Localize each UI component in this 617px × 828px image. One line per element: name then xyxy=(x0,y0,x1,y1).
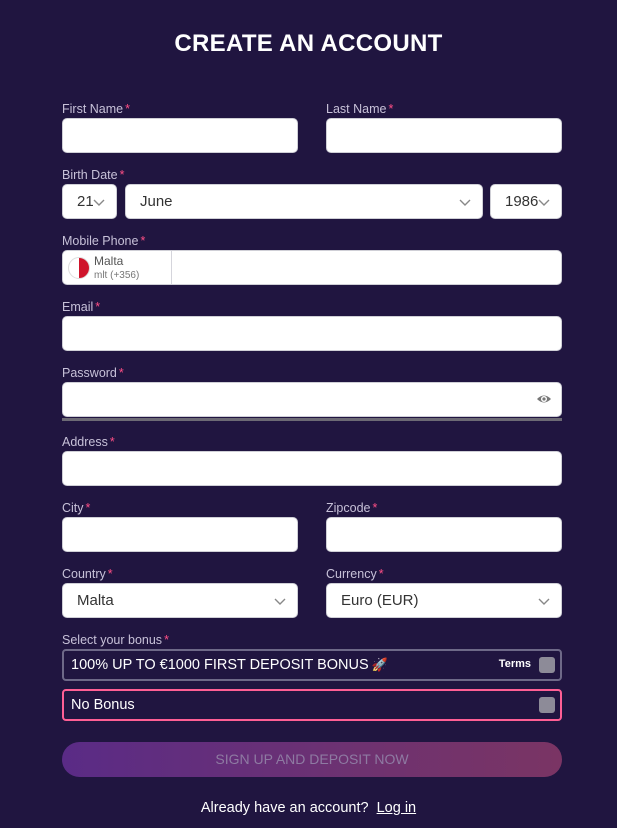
address-input[interactable] xyxy=(62,451,562,486)
rocket-icon: 🚀 xyxy=(371,657,388,672)
phone-country-code: mlt (+356) xyxy=(94,270,140,281)
sign-up-button[interactable]: SIGN UP AND DEPOSIT NOW xyxy=(62,742,562,777)
password-strength-bar xyxy=(62,418,562,421)
city-input[interactable] xyxy=(62,517,298,552)
address-label: Address * xyxy=(62,435,115,449)
login-link[interactable]: Log in xyxy=(377,800,417,816)
last-name-label: Last Name * xyxy=(326,102,394,116)
birth-day-select[interactable]: 21 xyxy=(62,184,117,219)
phone-country-select[interactable]: Malta mlt (+356) xyxy=(63,251,172,284)
first-name-field: First Name * xyxy=(62,101,298,153)
bonus-option-deposit[interactable]: 100% UP TO €1000 FIRST DEPOSIT BONUS 🚀 T… xyxy=(62,649,562,681)
bonus-option-label: No Bonus xyxy=(71,697,135,713)
birth-date-field: Birth Date * 21 June 1986 xyxy=(62,167,562,219)
last-name-input[interactable] xyxy=(326,118,562,153)
email-label: Email * xyxy=(62,300,101,314)
email-field: Email * xyxy=(62,299,562,351)
login-prompt: Already have an account? Log in xyxy=(0,800,617,816)
eye-icon[interactable] xyxy=(536,392,552,406)
currency-select[interactable]: Euro (EUR) xyxy=(326,583,562,618)
bonus-option-none[interactable]: No Bonus xyxy=(62,689,562,721)
birth-date-label: Birth Date * xyxy=(62,168,125,182)
chevron-down-icon xyxy=(93,199,105,206)
mobile-phone-input[interactable] xyxy=(173,251,561,284)
email-input[interactable] xyxy=(62,316,562,351)
bonus-label: Select your bonus * xyxy=(62,633,169,647)
password-label: Password * xyxy=(62,366,124,380)
birth-year-value: 1986 xyxy=(505,193,539,210)
bonus-checkbox[interactable] xyxy=(539,657,555,673)
birth-month-value: June xyxy=(140,193,173,210)
country-value: Malta xyxy=(77,592,114,609)
malta-flag-icon xyxy=(68,257,90,279)
password-input[interactable] xyxy=(62,382,562,417)
country-label: Country * xyxy=(62,567,113,581)
mobile-phone-label: Mobile Phone * xyxy=(62,234,146,248)
birth-month-select[interactable]: June xyxy=(125,184,483,219)
chevron-down-icon xyxy=(538,598,550,605)
last-name-field: Last Name * xyxy=(326,101,562,153)
city-label: City * xyxy=(62,501,91,515)
currency-value: Euro (EUR) xyxy=(341,592,419,609)
birth-year-select[interactable]: 1986 xyxy=(490,184,562,219)
password-field: Password * xyxy=(62,365,562,421)
country-select[interactable]: Malta xyxy=(62,583,298,618)
chevron-down-icon xyxy=(538,199,550,206)
address-field: Address * xyxy=(62,434,562,486)
zipcode-input[interactable] xyxy=(326,517,562,552)
phone-input-box: Malta mlt (+356) xyxy=(62,250,562,285)
country-field: Country * Malta xyxy=(62,566,298,618)
currency-field: Currency * Euro (EUR) xyxy=(326,566,562,618)
page-title: CREATE AN ACCOUNT xyxy=(174,30,443,57)
zipcode-label: Zipcode * xyxy=(326,501,378,515)
terms-link[interactable]: Terms xyxy=(499,658,531,670)
phone-country-name: Malta xyxy=(94,254,124,268)
login-prompt-text: Already have an account? xyxy=(200,800,369,816)
city-field: City * xyxy=(62,500,298,552)
chevron-down-icon xyxy=(459,199,471,206)
first-name-input[interactable] xyxy=(62,118,298,153)
zipcode-field: Zipcode * xyxy=(326,500,562,552)
currency-label: Currency * xyxy=(326,567,384,581)
mobile-phone-field: Mobile Phone * Malta mlt (+356) xyxy=(62,233,562,285)
bonus-option-label: 100% UP TO €1000 FIRST DEPOSIT BONUS xyxy=(71,657,369,673)
no-bonus-checkbox[interactable] xyxy=(539,697,555,713)
first-name-label: First Name * xyxy=(62,102,130,116)
chevron-down-icon xyxy=(274,598,286,605)
